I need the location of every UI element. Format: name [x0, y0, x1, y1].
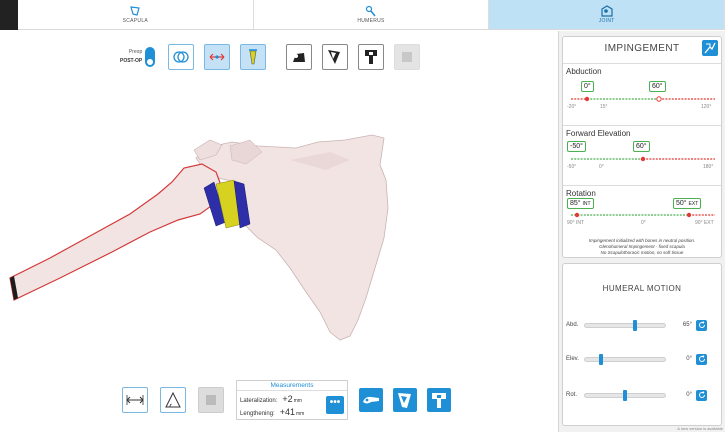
- angle-icon: [165, 391, 181, 408]
- rotation-tick-mid: 0°: [641, 220, 646, 226]
- forward-elevation-right-value[interactable]: 60°: [633, 141, 650, 152]
- abduction-tick-max: 120°: [701, 104, 712, 110]
- measure-distance-button[interactable]: [122, 387, 148, 413]
- abduction-section: Abduction 0° 60° -20° 15° 120°: [563, 63, 721, 119]
- rotation-tick-min: 90° INT: [567, 220, 585, 226]
- ruler-arrows-icon: [126, 395, 144, 405]
- elev-slider-thumb[interactable]: [599, 353, 603, 365]
- disabled-tool-button[interactable]: [198, 387, 224, 413]
- elev-value: 0°: [686, 356, 692, 362]
- impingement-title: IMPINGEMENT: [604, 43, 680, 54]
- reset-icon: [698, 321, 705, 328]
- scapula-bone: [195, 134, 389, 341]
- reset-icon: [698, 355, 705, 362]
- joint-posterior-icon: [432, 393, 446, 408]
- more-measurements-button[interactable]: •••: [326, 396, 344, 414]
- rotation-left-value[interactable]: 85° INT: [567, 198, 594, 209]
- rotation-right-number: 50°: [676, 200, 687, 207]
- forward-elevation-label: Forward Elevation: [566, 129, 631, 138]
- tab-joint[interactable]: JOINT: [489, 0, 725, 29]
- rotation-right-unit: EXT: [688, 201, 699, 207]
- scapula-icon: [130, 6, 141, 16]
- rot-slider-thumb[interactable]: [623, 389, 627, 401]
- humeral-motion-title: HUMERAL MOTION: [602, 284, 682, 293]
- abduction-slider-row: Abd. 65°: [566, 318, 720, 332]
- impingement-toggle-button[interactable]: [702, 40, 718, 56]
- forward-elevation-range[interactable]: -50° 60° -50° 0° 180°: [567, 140, 717, 170]
- impingement-bone-icon: [704, 42, 716, 54]
- view-posterior-joint-button[interactable]: [427, 388, 451, 412]
- abduction-tick-mid: 15°: [600, 104, 608, 110]
- tab-scapula[interactable]: SCAPULA: [18, 0, 254, 29]
- reset-icon: [698, 391, 705, 398]
- humerus-bone: [9, 163, 223, 301]
- grey-square-icon: [206, 395, 216, 405]
- lateralization-unit: mm: [293, 398, 302, 404]
- rotation-label: Rotation: [566, 189, 596, 198]
- abd-value: 65°: [682, 322, 692, 328]
- scapula-anterior-icon: [398, 393, 411, 408]
- abd-slider[interactable]: [584, 319, 666, 331]
- forward-elevation-left-value[interactable]: -50°: [567, 141, 586, 152]
- update-notice[interactable]: A new version is available: [677, 426, 723, 431]
- menu-block[interactable]: [0, 0, 18, 30]
- rotation-section: Rotation 85° INT 50° EXT 90° INT 0° 90° …: [563, 185, 721, 237]
- rotation-right-value[interactable]: 50° EXT: [673, 198, 702, 209]
- measurements-title: Measurements: [237, 381, 347, 391]
- forward-elevation-tick-mid: 0°: [599, 164, 604, 170]
- lengthening-unit: mm: [295, 411, 305, 417]
- elevation-slider-row: Elev. 0°: [566, 352, 720, 366]
- view-superior-button[interactable]: [359, 388, 383, 412]
- rotation-tick-max: 90° EXT: [695, 220, 714, 226]
- measure-angle-button[interactable]: [160, 387, 186, 413]
- rotation-slider-row: Rot. 0°: [566, 388, 720, 402]
- abduction-range[interactable]: 0° 60° -20° 15° 120°: [567, 80, 717, 110]
- lateralization-label: Lateralization:: [240, 398, 278, 404]
- note-line-3: No Scapulothoracic motion, no soft tissu…: [600, 250, 684, 255]
- abd-label: Abd.: [566, 322, 579, 328]
- abduction-tick-min: -20°: [567, 104, 577, 110]
- humerus-icon: [365, 5, 376, 17]
- rotation-range[interactable]: 85° INT 50° EXT 90° INT 0° 90° EXT: [567, 198, 717, 228]
- rot-value: 0°: [686, 392, 692, 398]
- tab-humerus[interactable]: HUMERUS: [254, 0, 490, 29]
- rot-slider[interactable]: [584, 389, 666, 401]
- forward-elevation-tick-min: -50°: [567, 164, 577, 170]
- abduction-label: Abduction: [566, 67, 602, 76]
- tab-humerus-label: HUMERUS: [357, 18, 385, 24]
- view-anterior-button[interactable]: [393, 388, 417, 412]
- measurements-panel: Measurements Lateralization: +2 mm Lengt…: [236, 380, 348, 420]
- lengthening-row: Lengthening: +41 mm: [240, 407, 304, 417]
- elev-slider[interactable]: [584, 353, 666, 365]
- abduction-left-value[interactable]: 0°: [581, 81, 594, 92]
- tab-joint-label: JOINT: [598, 18, 615, 24]
- right-panel: IMPINGEMENT Abduction 0° 60° -20° 15° 12…: [558, 31, 725, 432]
- lateralization-value: +2: [282, 394, 293, 404]
- rot-label: Rot.: [566, 392, 578, 398]
- impingement-panel: IMPINGEMENT Abduction 0° 60° -20° 15° 12…: [562, 36, 722, 258]
- bottom-toolbar: Measurements Lateralization: +2 mm Lengt…: [116, 380, 456, 420]
- elev-label: Elev.: [566, 356, 579, 362]
- lengthening-label: Lengthening:: [240, 411, 275, 417]
- rotation-left-unit: INT: [582, 201, 591, 207]
- forward-elevation-tick-max: 180°: [703, 164, 714, 170]
- lateralization-row: Lateralization: +2 mm: [240, 394, 302, 404]
- elev-reset-button[interactable]: [696, 353, 707, 365]
- tab-scapula-label: SCAPULA: [122, 18, 149, 24]
- joint-icon: [601, 5, 613, 17]
- rotation-left-number: 85°: [570, 200, 581, 207]
- humeral-motion-panel: HUMERAL MOTION Abd. 65° Elev. 0° Rot. 0°: [562, 263, 722, 426]
- humerus-superior-icon: [363, 396, 379, 404]
- abd-reset-button[interactable]: [696, 319, 707, 331]
- abduction-right-value[interactable]: 60°: [649, 81, 666, 92]
- abd-slider-thumb[interactable]: [632, 319, 637, 331]
- shoulder-model[interactable]: [0, 31, 558, 432]
- forward-elevation-section: Forward Elevation -50° 60° -50° 0° 180°: [563, 125, 721, 181]
- 3d-viewport[interactable]: [0, 31, 558, 432]
- tab-bar: SCAPULA HUMERUS JOINT: [0, 0, 725, 30]
- impingement-note: Impingement initialized with bones in ne…: [563, 238, 721, 256]
- lengthening-value: +41: [279, 407, 295, 417]
- rot-reset-button[interactable]: [696, 389, 707, 401]
